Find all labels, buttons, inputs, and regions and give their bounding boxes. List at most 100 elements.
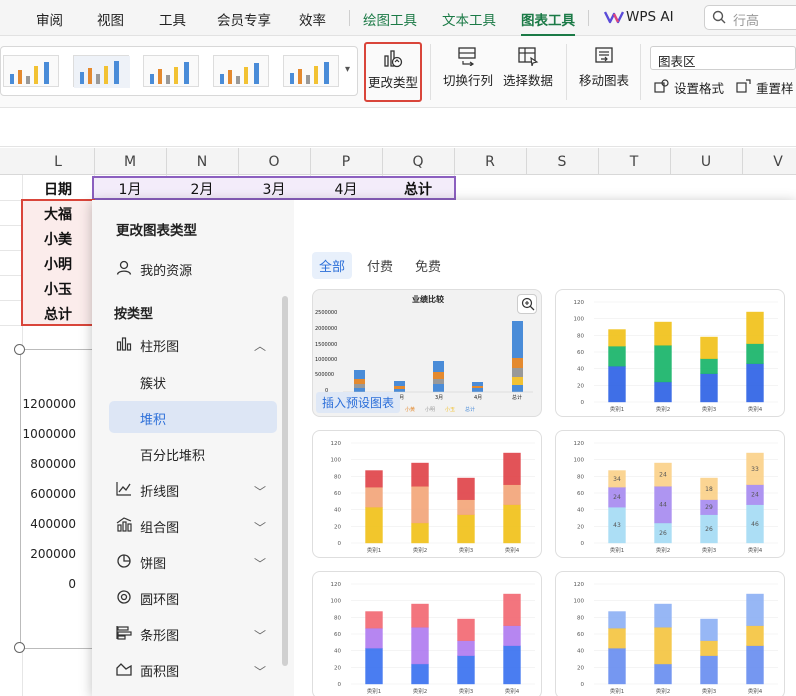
month-cell[interactable]: 1月	[94, 179, 166, 199]
move-chart-button[interactable]: 移动图表	[576, 42, 632, 102]
row-label-cell[interactable]: 大福	[22, 204, 94, 224]
chart-resize-handle[interactable]	[14, 344, 25, 355]
column-header[interactable]: T	[598, 154, 670, 170]
column-header[interactable]: V	[742, 154, 796, 170]
tab-review[interactable]: 审阅	[36, 9, 63, 29]
column-header[interactable]: O	[238, 154, 310, 170]
chart-element-select[interactable]: 图表区	[650, 46, 796, 70]
row-label-cell[interactable]: 总计	[22, 304, 94, 324]
chart-style-thumb[interactable]	[213, 55, 269, 87]
row-label-cell[interactable]: 小玉	[22, 279, 94, 299]
template-bar-segment	[503, 452, 521, 485]
insert-preset-chart-button[interactable]: 插入预设图表	[316, 392, 401, 413]
chart-style-thumb[interactable]	[143, 55, 199, 87]
chart-template-card[interactable]: 120 100 80 60 40 20 0 43 24 34 类别1 26 44 24 类别2 26 29 18 类…	[555, 430, 785, 558]
sidebar-scrollbar[interactable]	[282, 296, 288, 666]
template-data-label: 46	[751, 521, 759, 528]
tab-wps-ai[interactable]: WPS AI	[626, 9, 674, 25]
set-format-icon	[654, 79, 670, 96]
change-type-button[interactable]: 更改类型	[364, 42, 422, 102]
template-y-tick: 120	[574, 441, 585, 447]
template-data-label: 44	[659, 502, 667, 509]
tab-efficiency[interactable]: 效率	[299, 9, 326, 29]
type-item-combo[interactable]: 组合图	[116, 517, 179, 536]
my-resources-item[interactable]: 我的资源	[116, 260, 192, 279]
row-label-cell[interactable]: 小明	[22, 254, 94, 274]
chart-style-thumb[interactable]	[3, 55, 59, 87]
subtype-clustered[interactable]: 簇状	[140, 373, 166, 392]
chevron-down-icon[interactable]: ﹀	[254, 519, 266, 536]
preview-x-tick: 4月	[474, 395, 483, 401]
template-y-tick: 0	[581, 400, 585, 406]
column-header[interactable]: S	[526, 154, 598, 170]
tab-member[interactable]: 会员专享	[217, 9, 271, 29]
tab-text-tools[interactable]: 文本工具	[442, 9, 496, 29]
month-cell[interactable]: 4月	[310, 179, 382, 199]
reset-style-label: 重置样	[755, 81, 794, 96]
chart-template-card[interactable]: 120 100 80 60 40 20 0 类别1 类别2 类别3 类别4	[555, 289, 785, 417]
gallery-more-icon[interactable]: ▾	[345, 64, 350, 75]
chart-template-card[interactable]: 120 100 80 60 40 20 0 类别1 类别2 类别3 类别4	[555, 571, 785, 696]
template-x-tick: 类别3	[459, 687, 474, 695]
chevron-down-icon[interactable]: ﹀	[254, 483, 266, 500]
chart-style-gallery[interactable]: ▾	[0, 46, 358, 96]
template-bar-segment	[654, 603, 672, 628]
chart-template-card[interactable]: 120 100 80 60 40 20 0 类别1 类别2 类别3 类别4	[312, 571, 542, 696]
chart-style-thumb[interactable]	[73, 55, 130, 88]
chart-style-thumb[interactable]	[283, 55, 339, 87]
set-format-button[interactable]: 设置格式	[654, 78, 724, 97]
chart-resize-handle[interactable]	[14, 642, 25, 653]
month-cell[interactable]: 3月	[238, 179, 310, 199]
tab-chart-tools[interactable]: 图表工具	[521, 9, 575, 36]
subtype-stacked-selected[interactable]	[109, 401, 277, 433]
template-y-tick: 40	[334, 649, 341, 655]
tab-tools[interactable]: 工具	[159, 9, 186, 29]
chart-template-card[interactable]: 120 100 80 60 40 20 0 类别1 类别2 类别3 类别4	[312, 430, 542, 558]
total-header-cell[interactable]: 总计	[382, 179, 454, 199]
template-y-tick: 80	[577, 333, 584, 339]
chevron-up-icon[interactable]: ︿	[254, 337, 266, 354]
doughnut-chart-icon	[116, 590, 132, 608]
search-box[interactable]: 行高	[704, 5, 796, 30]
type-item-doughnut[interactable]: 圆环图	[116, 589, 179, 608]
chevron-down-icon[interactable]: ﹀	[254, 663, 266, 680]
chevron-down-icon[interactable]: ﹀	[254, 627, 266, 644]
type-item-line[interactable]: 折线图	[116, 481, 179, 500]
column-header[interactable]: L	[22, 154, 94, 170]
subtype-stacked[interactable]: 堆积	[140, 409, 166, 428]
template-bar-segment	[746, 363, 764, 403]
month-cell[interactable]: 2月	[166, 179, 238, 199]
type-item-area[interactable]: 面积图	[116, 661, 179, 680]
date-header-cell[interactable]: 日期	[22, 179, 94, 199]
set-format-label: 设置格式	[673, 81, 724, 96]
switch-row-column-button[interactable]: 切换行列	[440, 42, 496, 102]
template-x-tick: 类别3	[459, 546, 474, 554]
filter-paid[interactable]: 付费	[360, 252, 400, 279]
subtype-percent-stacked[interactable]: 百分比堆积	[140, 445, 205, 464]
reset-style-button[interactable]: 重置样	[736, 78, 794, 97]
type-item-bar[interactable]: 条形图	[116, 625, 179, 644]
template-y-tick: 20	[334, 665, 341, 671]
zoom-in-button[interactable]	[517, 294, 537, 314]
template-bar-segment	[700, 655, 718, 685]
template-bar-segment	[411, 462, 429, 487]
type-item-pie[interactable]: 饼图	[116, 553, 166, 572]
column-header[interactable]: U	[670, 154, 742, 170]
template-x-tick: 类别4	[505, 687, 520, 695]
template-bar-segment	[608, 627, 626, 649]
column-header[interactable]: R	[454, 154, 526, 170]
type-item-column[interactable]: 柱形图	[116, 336, 179, 355]
filter-free[interactable]: 免费	[408, 252, 448, 279]
row-label-cell[interactable]: 小美	[22, 229, 94, 249]
column-header[interactable]: P	[310, 154, 382, 170]
sheet-chart-y-tick: 800000	[30, 457, 76, 471]
filter-all[interactable]: 全部	[312, 252, 353, 279]
column-header[interactable]: N	[166, 154, 238, 170]
tab-drawing-tools[interactable]: 绘图工具	[363, 9, 417, 29]
tab-view[interactable]: 视图	[97, 9, 124, 29]
column-header[interactable]: Q	[382, 154, 454, 170]
column-header[interactable]: M	[94, 154, 166, 170]
select-data-button[interactable]: 选择数据	[500, 42, 556, 102]
chart-template-card-preview[interactable]: 业绩比较 2500000 2000000 1500000 1000000 500…	[312, 289, 542, 417]
chevron-down-icon[interactable]: ﹀	[254, 555, 266, 572]
